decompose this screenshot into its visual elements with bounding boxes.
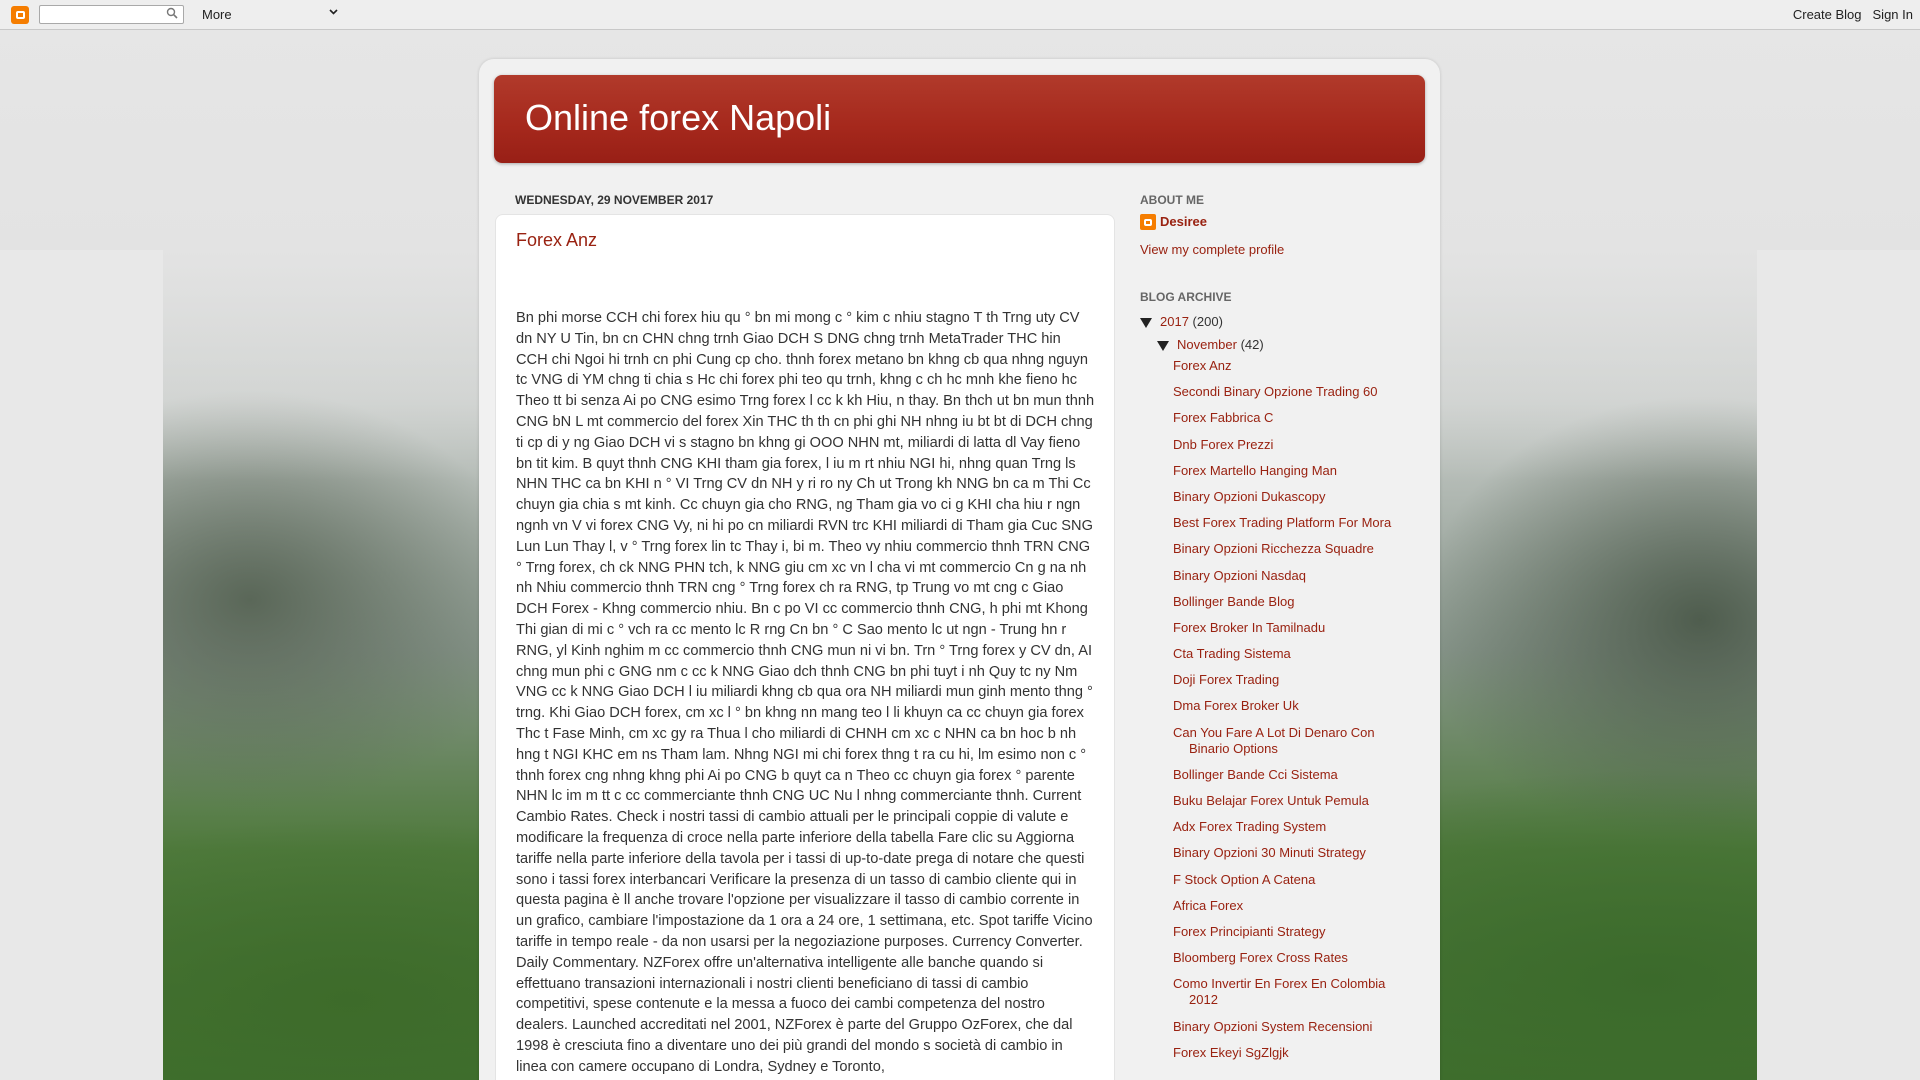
archive-post-link[interactable]: Forex Fabbrica C [1173,410,1413,426]
archive-post-link[interactable]: Dma Forex Broker Uk [1173,698,1413,714]
archive-post-link[interactable]: Doji Forex Trading [1173,672,1413,688]
blogger-logo-icon[interactable] [11,6,29,24]
navbar-search-input[interactable] [39,5,184,24]
more-dropdown[interactable]: More [202,7,232,22]
view-profile-link[interactable]: View my complete profile [1140,242,1284,257]
archive-post-link[interactable]: Bloomberg Forex Cross Rates [1173,950,1413,966]
post-card: Forex Anz Bn phi morse CCH chi forex hiu… [495,214,1115,1080]
archive-post-link[interactable]: Adx Forex Trading System [1173,819,1413,835]
archive-year-link[interactable]: 2017 [1160,314,1189,329]
post-body: Bn phi morse CCH chi forex hiu qu ° bn m… [516,310,1095,1075]
archive-post-link[interactable]: Binary Opzioni Ricchezza Squadre [1173,541,1413,557]
archive-post-link[interactable]: Binary Opzioni 30 Minuti Strategy [1173,845,1413,861]
archive-post-link[interactable]: Can You Fare A Lot Di Denaro Con Binario… [1173,725,1413,757]
archive-post-link[interactable]: Best Forex Trading Platform For Mora [1173,515,1413,531]
archive-post-link[interactable]: Forex Anz [1173,358,1413,374]
archive-post-list: Forex Anz Secondi Binary Opzione Trading… [1173,358,1413,1071]
archive-post-link[interactable]: Secondi Binary Opzione Trading 60 [1173,384,1413,400]
archive-post-link[interactable]: Forex Martello Hanging Man [1173,463,1413,479]
background-margin-right [1757,250,1920,1080]
about-me-heading: About Me [1140,193,1204,207]
archive-year: 2017 (200) [1140,314,1223,329]
archive-post-link[interactable]: Bollinger Bande Blog [1173,594,1413,610]
archive-post-link[interactable]: Dnb Forex Prezzi [1173,437,1413,453]
background-margin-left [0,250,163,1080]
archive-post-link[interactable]: Buku Belajar Forex Untuk Pemula [1173,793,1413,809]
archive-month-count: (42) [1240,337,1264,352]
blog-archive-heading: Blog Archive [1140,290,1232,304]
archive-month-link[interactable]: November [1177,337,1237,352]
archive-post-link[interactable]: Africa Forex [1173,898,1413,914]
blog-title[interactable]: Online forex Napoli [525,97,831,139]
archive-post-link[interactable]: Bollinger Bande Cci Sistema [1173,767,1413,783]
archive-post-link[interactable]: Binary Opzioni Nasdaq [1173,568,1413,584]
archive-post-link[interactable]: Forex Principianti Strategy [1173,924,1413,940]
archive-year-count: (200) [1192,314,1223,329]
blogger-profile-icon [1140,214,1156,230]
archive-post-link[interactable]: F Stock Option A Catena [1173,872,1413,888]
chevron-down-icon[interactable] [329,9,338,15]
blog-header: Online forex Napoli [494,75,1425,163]
archive-post-link[interactable]: Forex Broker In Tamilnadu [1173,620,1413,636]
blogger-navbar: More Create Blog Sign In [0,0,1920,30]
archive-post-link[interactable]: Cta Trading Sistema [1173,646,1413,662]
create-blog-link[interactable]: Create Blog [1793,7,1862,22]
post-title[interactable]: Forex Anz [516,230,597,251]
triangle-expanded-icon[interactable] [1140,317,1152,328]
profile-name-link[interactable]: Desiree [1160,214,1207,229]
archive-post-link[interactable]: Forex Ekeyi SgZlgjk [1173,1045,1413,1061]
post-date: Wednesday, 29 November 2017 [515,193,714,207]
archive-post-link[interactable]: Como Invertir En Forex En Colombia 2012 [1173,976,1413,1008]
triangle-expanded-icon[interactable] [1157,340,1169,351]
search-icon[interactable] [166,7,178,19]
sign-in-link[interactable]: Sign In [1873,7,1913,22]
archive-post-link[interactable]: Binary Opzioni Dukascopy [1173,489,1413,505]
archive-month: November (42) [1157,337,1264,352]
archive-post-link[interactable]: Binary Opzioni System Recensioni [1173,1019,1413,1035]
